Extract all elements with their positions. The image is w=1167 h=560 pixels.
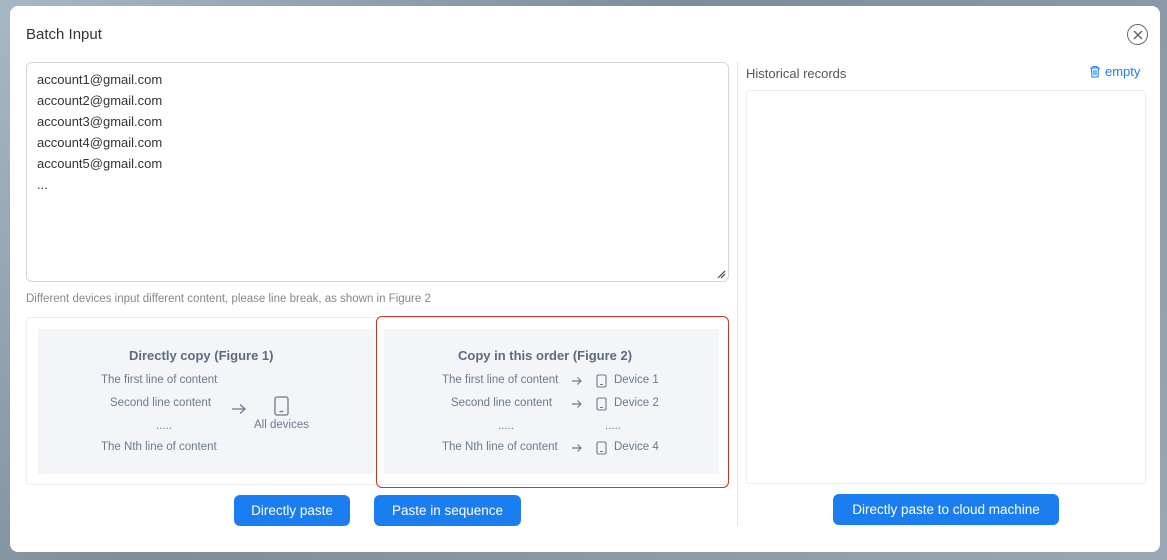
trash-icon xyxy=(1090,65,1100,78)
figure-2-device: Device 2 xyxy=(614,397,659,409)
empty-label: empty xyxy=(1105,64,1141,79)
batch-input-dialog: Batch Input account1@gmail.com account2@… xyxy=(10,6,1160,552)
column-divider xyxy=(737,62,738,526)
figure-2-line: The Nth line of content xyxy=(442,441,558,453)
figure-2-line: The first line of content xyxy=(442,374,559,386)
figure-1-title: Directly copy (Figure 1) xyxy=(129,348,274,363)
arrow-right-icon xyxy=(572,377,582,385)
device-icon xyxy=(596,397,607,411)
figure-2: Copy in this order (Figure 2) The first … xyxy=(384,329,719,474)
figure-1-target: All devices xyxy=(254,419,309,431)
figure-2-line: Second line content xyxy=(451,397,553,409)
figure-2-device: Device 4 xyxy=(614,441,659,453)
empty-history-button[interactable]: empty xyxy=(1089,64,1140,79)
figures-panel: Directly copy (Figure 1) The first line … xyxy=(26,317,729,485)
figure-1-line: ..... xyxy=(156,420,172,432)
input-hint: Different devices input different conten… xyxy=(26,293,431,305)
arrow-right-icon xyxy=(232,404,246,414)
figure-2-device: ..... xyxy=(605,420,621,432)
directly-paste-button[interactable]: Directly paste xyxy=(234,495,350,526)
figure-1-line: Second line content xyxy=(110,397,212,409)
historical-records-list[interactable] xyxy=(746,90,1146,484)
device-icon xyxy=(596,441,607,455)
figure-2-title: Copy in this order (Figure 2) xyxy=(458,348,633,363)
figure-1: Directly copy (Figure 1) The first line … xyxy=(38,329,374,474)
paste-in-sequence-button[interactable]: Paste in sequence xyxy=(374,495,521,526)
figure-1-line: The first line of content xyxy=(101,374,218,386)
arrow-right-icon xyxy=(572,444,582,452)
tablet-icon xyxy=(274,396,289,416)
device-icon xyxy=(596,374,607,388)
close-button[interactable] xyxy=(1127,24,1148,45)
figure-2-line: ..... xyxy=(498,420,514,432)
arrow-right-icon xyxy=(572,400,582,408)
resize-handle-icon[interactable] xyxy=(716,269,726,279)
batch-input-textarea[interactable]: account1@gmail.com account2@gmail.com ac… xyxy=(26,62,729,282)
close-icon xyxy=(1132,29,1143,40)
paste-to-cloud-machine-button[interactable]: Directly paste to cloud machine xyxy=(833,494,1059,525)
figure-2-device: Device 1 xyxy=(614,374,659,386)
figure-1-line: The Nth line of content xyxy=(101,441,217,453)
dialog-title: Batch Input xyxy=(26,26,102,43)
historical-records-label: Historical records xyxy=(746,66,847,81)
